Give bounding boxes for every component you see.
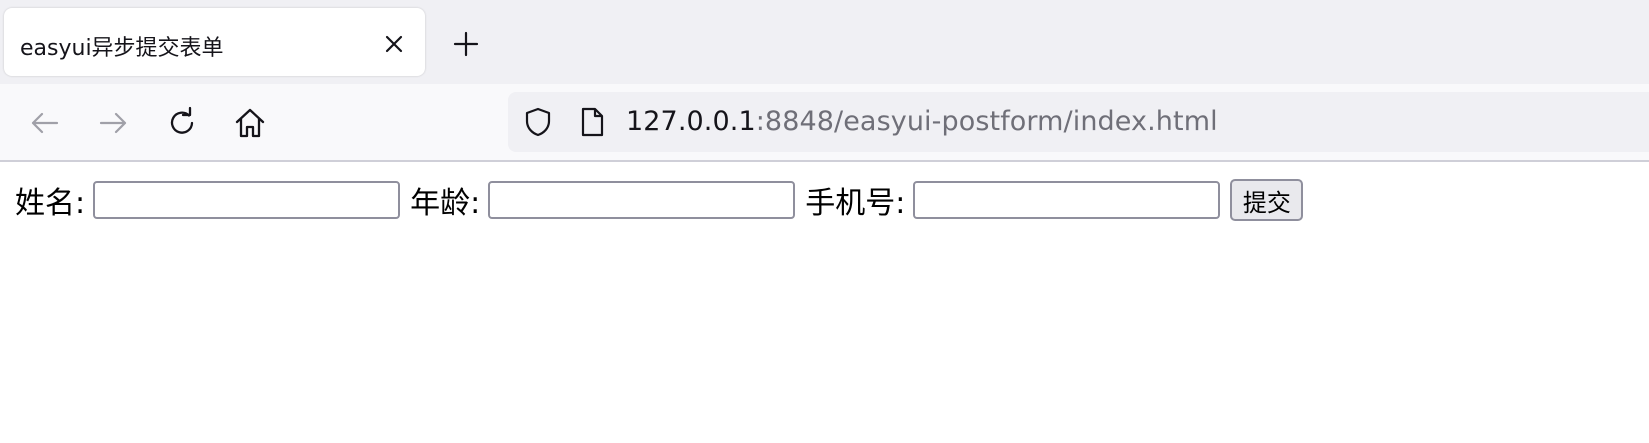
url-path: :8848/easyui-postform/index.html: [755, 106, 1218, 137]
home-icon[interactable]: [233, 106, 267, 140]
browser-tab[interactable]: easyui异步提交表单: [4, 8, 425, 76]
forward-arrow-icon[interactable]: [96, 106, 130, 140]
tab-strip: easyui异步提交表单: [0, 0, 1649, 84]
close-icon[interactable]: [382, 32, 406, 56]
name-label: 姓名:: [15, 186, 86, 221]
url-text[interactable]: 127.0.0.1:8848/easyui-postform/index.htm…: [626, 106, 1218, 137]
navigation-toolbar: 127.0.0.1:8848/easyui-postform/index.htm…: [0, 84, 1649, 162]
url-host: 127.0.0.1: [626, 106, 756, 137]
shield-icon[interactable]: [522, 106, 554, 138]
back-arrow-icon[interactable]: [28, 106, 62, 140]
page-content: 姓名: 年龄: 手机号: 提交: [0, 162, 1649, 443]
submit-button[interactable]: 提交: [1230, 179, 1304, 221]
age-label: 年龄:: [410, 186, 481, 221]
plus-icon[interactable]: [452, 30, 480, 58]
postform: 姓名: 年龄: 手机号: 提交: [15, 178, 1304, 222]
tab-title: easyui异步提交表单: [20, 36, 224, 61]
page-icon[interactable]: [576, 106, 608, 138]
reload-icon[interactable]: [165, 106, 199, 140]
phone-label: 手机号:: [805, 186, 906, 221]
phone-input[interactable]: [913, 181, 1221, 219]
name-input[interactable]: [93, 181, 401, 219]
age-input[interactable]: [488, 181, 796, 219]
address-bar[interactable]: 127.0.0.1:8848/easyui-postform/index.htm…: [508, 92, 1649, 152]
